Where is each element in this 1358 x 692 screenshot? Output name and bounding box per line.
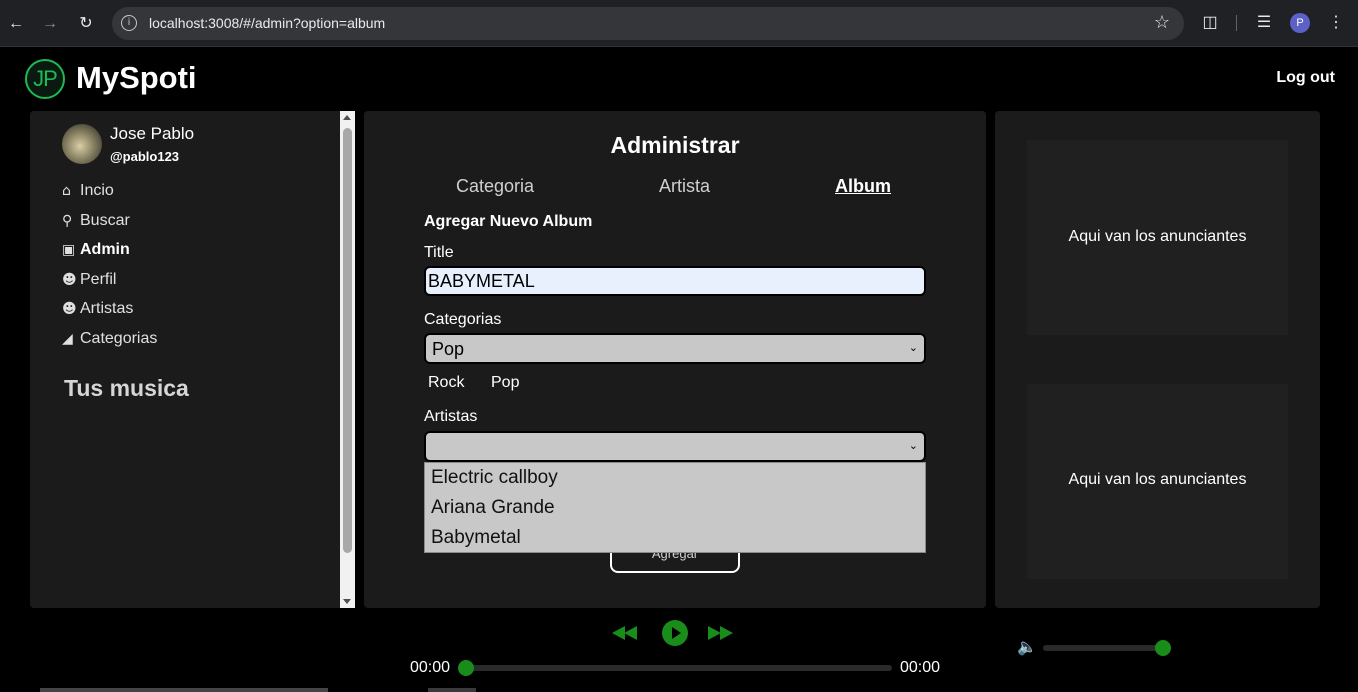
sidebar-scrollbar[interactable] xyxy=(340,111,355,608)
chevron-down-icon: ⌄ xyxy=(908,439,918,452)
progress-bar[interactable] xyxy=(458,660,892,676)
logout-button[interactable]: Log out xyxy=(1276,69,1335,87)
current-time: 00:00 xyxy=(410,659,451,676)
ad-text: Aqui van los anunciantes xyxy=(1068,228,1247,245)
categorias-label: Categorias xyxy=(424,311,502,328)
sidebar-item-label: Artistas xyxy=(80,300,134,317)
scroll-up-icon[interactable] xyxy=(343,115,351,120)
dropdown-option[interactable]: Babymetal xyxy=(425,523,925,553)
sidebar-item-label: Perfil xyxy=(80,271,117,288)
categorias-selected-value: Pop xyxy=(432,339,465,359)
music-heading: Tus musica xyxy=(64,375,189,401)
horizontal-scroll-thumb[interactable] xyxy=(428,688,476,692)
sidebar-item-artistas[interactable]: ☻ Artistas xyxy=(62,300,133,318)
tab-categoria[interactable]: Categoria xyxy=(456,176,534,197)
home-icon: ⌂ xyxy=(62,183,71,199)
url-text[interactable]: localhost:3008/#/admin?option=album xyxy=(149,15,385,31)
media-queue-icon[interactable]: ☰ xyxy=(1253,12,1275,34)
user-name: Jose Pablo xyxy=(110,124,195,143)
users-icon: ☻ xyxy=(62,301,77,317)
bookmark-star-icon[interactable]: ☆ xyxy=(1154,12,1170,33)
horizontal-scrollbar[interactable] xyxy=(40,688,328,692)
dropdown-option[interactable]: Ariana Grande xyxy=(425,493,925,523)
progress-knob[interactable] xyxy=(458,660,474,676)
volume-slider[interactable] xyxy=(1043,640,1171,656)
sidebar-item-admin[interactable]: ▣ Admin xyxy=(62,241,130,259)
category-chip-pop[interactable]: Pop xyxy=(491,374,519,392)
ad-text: Aqui van los anunciantes xyxy=(1068,471,1247,488)
browser-toolbar: ← → ↻ i localhost:3008/#/admin?option=al… xyxy=(0,0,1358,47)
scroll-thumb[interactable] xyxy=(343,128,352,553)
search-icon: ⚲ xyxy=(62,213,73,229)
category-chip-rock[interactable]: Rock xyxy=(428,374,464,392)
app-title[interactable]: MySpoti xyxy=(76,60,197,96)
sidebar-item-inicio[interactable]: ⌂ Incio xyxy=(62,182,114,200)
page-title: Administrar xyxy=(610,132,740,158)
back-arrow-icon[interactable]: ← xyxy=(4,12,28,36)
site-info-icon[interactable]: i xyxy=(121,15,137,31)
rewind-icon[interactable] xyxy=(610,622,642,644)
address-bar[interactable]: i localhost:3008/#/admin?option=album ☆ xyxy=(112,7,1184,40)
user-icon: ☻ xyxy=(62,272,77,288)
form-heading: Agregar Nuevo Album xyxy=(424,213,593,230)
title-label: Title xyxy=(424,244,454,261)
artistas-dropdown-list: Electric callboy Ariana Grande Babymetal xyxy=(424,462,926,553)
sidebar-item-label: Admin xyxy=(80,241,130,258)
artistas-select[interactable]: ⌄ xyxy=(424,431,926,462)
reload-icon[interactable]: ↻ xyxy=(74,12,98,36)
forward-arrow-icon[interactable]: → xyxy=(38,12,62,36)
ad-slot-1[interactable]: Aqui van los anunciantes xyxy=(1027,140,1288,335)
categorias-select[interactable]: Pop ⌄ xyxy=(424,333,926,364)
sidebar-item-buscar[interactable]: ⚲ Buscar xyxy=(62,212,130,230)
toolbar-divider xyxy=(1236,15,1237,31)
volume-knob[interactable] xyxy=(1155,640,1171,656)
tab-album[interactable]: Album xyxy=(835,176,891,197)
sidebar-item-label: Categorias xyxy=(80,330,158,347)
more-menu-icon[interactable]: ⋮ xyxy=(1325,12,1347,34)
sidebar-item-label: Buscar xyxy=(80,212,130,229)
chevron-down-icon: ⌄ xyxy=(908,341,918,354)
extensions-icon[interactable]: ◫ xyxy=(1199,12,1221,34)
scroll-down-icon[interactable] xyxy=(343,599,351,604)
total-time: 00:00 xyxy=(900,659,941,676)
user-handle: @pablo123 xyxy=(110,149,180,164)
dropdown-option[interactable]: Electric callboy xyxy=(425,463,925,493)
profile-avatar[interactable]: P xyxy=(1290,13,1310,33)
app-logo[interactable]: JP xyxy=(25,59,65,99)
sidebar-item-perfil[interactable]: ☻ Perfil xyxy=(62,271,116,289)
title-input[interactable]: BABYMETAL xyxy=(424,266,926,296)
play-icon[interactable] xyxy=(662,620,688,646)
volume-icon[interactable]: 🔈 xyxy=(1017,637,1037,656)
ad-slot-2[interactable]: Aqui van los anunciantes xyxy=(1027,384,1288,579)
sidebar-item-label: Incio xyxy=(80,182,114,199)
tag-icon: ◢ xyxy=(62,331,73,347)
tab-artista[interactable]: Artista xyxy=(659,176,710,197)
sidebar-item-categorias[interactable]: ◢ Categorias xyxy=(62,330,157,348)
fast-forward-icon[interactable] xyxy=(706,622,738,644)
briefcase-icon: ▣ xyxy=(62,242,76,258)
artistas-label: Artistas xyxy=(424,408,478,425)
avatar[interactable] xyxy=(62,124,102,164)
